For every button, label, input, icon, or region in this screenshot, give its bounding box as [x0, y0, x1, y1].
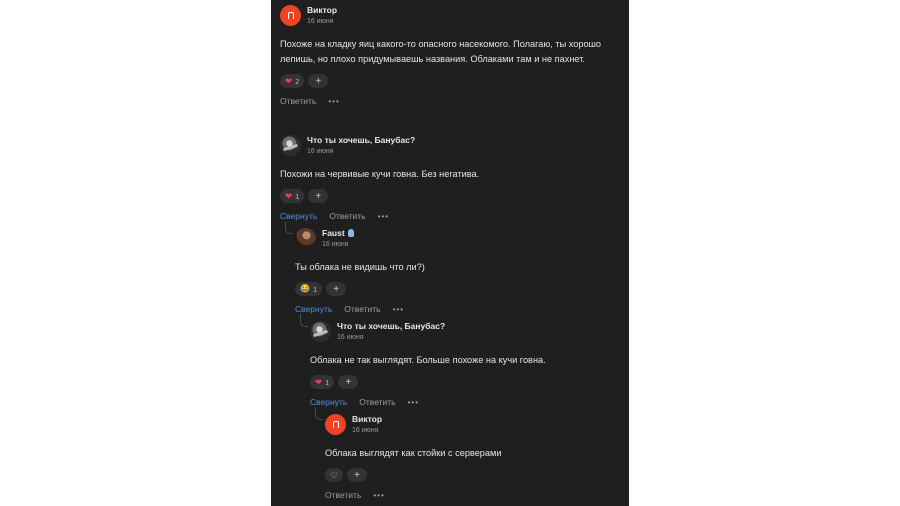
avatar[interactable] [280, 135, 301, 156]
more-dots-icon[interactable]: ••• [393, 305, 404, 314]
comments-panel: Виктор 16 июня Похоже на кладку яиц како… [271, 0, 629, 506]
heart-icon: ❤ [315, 376, 323, 387]
comment-text: Облака не так выглядят. Больше похоже на… [310, 355, 546, 365]
more-dots-icon[interactable]: ••• [328, 97, 339, 106]
author-name-text: Faust [322, 228, 345, 238]
reaction-heart[interactable]: ❤ 2 [280, 74, 305, 88]
comment-actions: Ответить ••• [280, 95, 610, 107]
plus-icon: + [354, 469, 360, 481]
author-name[interactable]: Что ты хочешь, Банубас? [307, 135, 415, 145]
reaction-heart[interactable]: ❤ 1 [280, 189, 305, 203]
reply-button[interactable]: Ответить [344, 304, 380, 314]
reaction-heart[interactable]: ♡ [325, 468, 343, 482]
comment-date: 16 июня [322, 241, 349, 248]
comment-actions: Свернуть Ответить ••• [295, 303, 610, 315]
add-reaction-button[interactable]: + [308, 74, 329, 88]
reactions-bar: ❤ 2 + [280, 74, 610, 89]
verified-badge-icon [347, 229, 354, 237]
comment: Что ты хочешь, Банубас? 16 июня Похожи н… [280, 135, 610, 222]
reply-button[interactable]: Ответить [280, 96, 316, 106]
add-reaction-button[interactable]: + [338, 375, 359, 389]
avatar[interactable] [280, 5, 301, 26]
thread-line [315, 407, 323, 420]
thread-line [285, 222, 293, 234]
comment-date: 16 июня [352, 427, 379, 434]
collapse-button[interactable]: Свернуть [310, 397, 347, 407]
reaction-count: 2 [295, 76, 300, 86]
comment-actions: Свернуть Ответить ••• [310, 396, 610, 408]
comment-text: Похожи на червивые кучи говна. Без негат… [280, 169, 480, 179]
heart-icon: ❤ [285, 190, 293, 201]
reply-button[interactable]: Ответить [359, 397, 395, 407]
comment: Виктор 16 июня Похоже на кладку яиц како… [280, 5, 610, 107]
comment-header: Виктор 16 июня [280, 5, 610, 35]
add-reaction-button[interactable]: + [347, 468, 367, 482]
comment-header: Что ты хочешь, Банубас? 16 июня [280, 135, 610, 165]
more-dots-icon[interactable]: ••• [373, 491, 384, 500]
comment-header: Виктор 16 июня [325, 414, 610, 444]
avatar[interactable] [325, 414, 346, 435]
reaction-laugh[interactable]: 😂 1 [295, 282, 323, 296]
reaction-count: 1 [312, 284, 318, 294]
thread-line [300, 314, 308, 327]
more-dots-icon[interactable]: ••• [408, 398, 419, 407]
comment-header: Что ты хочешь, Банубас? 16 июня [310, 321, 610, 351]
reaction-heart[interactable]: ❤ 1 [310, 375, 335, 389]
comment-actions: Ответить ••• [325, 489, 610, 501]
reply-button[interactable]: Ответить [325, 490, 361, 500]
add-reaction-button[interactable]: + [326, 282, 347, 296]
collapse-button[interactable]: Свернуть [280, 211, 317, 221]
author-name[interactable]: Что ты хочешь, Банубас? [337, 321, 445, 331]
comment: Что ты хочешь, Банубас? 16 июня Облака н… [310, 321, 610, 408]
plus-icon: + [345, 376, 352, 388]
collapse-button[interactable]: Свернуть [295, 304, 332, 314]
reaction-count: 1 [295, 191, 300, 201]
comment: Faust 16 июня Ты облака не видишь что ли… [295, 228, 610, 315]
plus-icon: + [315, 190, 322, 202]
comment-date: 16 июня [307, 148, 334, 155]
reactions-bar: 😂 1 + [295, 282, 610, 297]
laughing-emoji-icon: 😂 [300, 284, 310, 293]
comment-text: Облака выглядят как стойки с серверами [325, 448, 502, 458]
reply-button[interactable]: Ответить [329, 211, 365, 221]
comment-text: Похоже на кладку яиц какого-то опасного … [280, 39, 602, 64]
avatar[interactable] [295, 228, 316, 249]
heart-outline-icon: ♡ [330, 469, 338, 480]
author-name[interactable]: Виктор [307, 5, 337, 15]
avatar[interactable] [310, 321, 331, 342]
comment-header: Faust 16 июня [295, 228, 610, 258]
comment-actions: Свернуть Ответить ••• [280, 210, 610, 222]
add-reaction-button[interactable]: + [308, 189, 329, 203]
reactions-bar: ❤ 1 + [310, 375, 610, 390]
author-name[interactable]: Виктор [352, 414, 382, 424]
author-name[interactable]: Faust [322, 228, 354, 238]
comment: Виктор 16 июня Облака выглядят как стойк… [325, 414, 610, 501]
comment-date: 16 июня [337, 334, 364, 341]
reactions-bar: ♡ + [325, 468, 610, 483]
more-dots-icon[interactable]: ••• [378, 212, 389, 221]
reaction-count: 1 [325, 377, 330, 387]
heart-icon: ❤ [285, 75, 293, 86]
plus-icon: + [333, 283, 340, 295]
reactions-bar: ❤ 1 + [280, 189, 610, 204]
comment-date: 16 июня [307, 18, 334, 25]
comment-text: Ты облака не видишь что ли?) [295, 262, 425, 272]
plus-icon: + [315, 75, 322, 87]
